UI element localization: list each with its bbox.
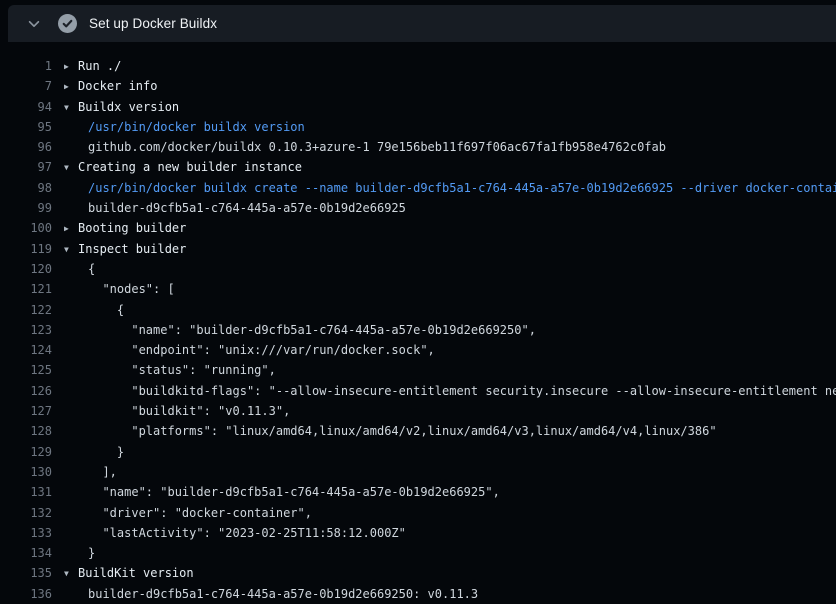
output-text: ], <box>52 462 836 482</box>
output-text: } <box>52 442 836 462</box>
log-line: 132 "driver": "docker-container", <box>0 503 836 523</box>
line-number[interactable]: 100 <box>0 218 52 238</box>
group-title[interactable]: Run ./ <box>78 59 121 73</box>
line-number[interactable]: 128 <box>0 421 52 441</box>
line-number[interactable]: 136 <box>0 584 52 604</box>
log-line: 125 "status": "running", <box>0 360 836 380</box>
line-number[interactable]: 95 <box>0 117 52 137</box>
check-circle-icon <box>57 14 77 34</box>
group-title[interactable]: BuildKit version <box>78 566 194 580</box>
log-line: 129 } <box>0 442 836 462</box>
line-number[interactable]: 96 <box>0 137 52 157</box>
line-number[interactable]: 98 <box>0 178 52 198</box>
output-text: github.com/docker/buildx 0.10.3+azure-1 … <box>52 137 836 157</box>
collapse-group-icon[interactable]: ▼ <box>64 564 78 583</box>
line-number[interactable]: 122 <box>0 300 52 320</box>
line-number[interactable]: 131 <box>0 482 52 502</box>
line-number[interactable]: 97 <box>0 157 52 177</box>
line-number[interactable]: 121 <box>0 279 52 299</box>
log-line: 96github.com/docker/buildx 0.10.3+azure-… <box>0 137 836 157</box>
output-text: "status": "running", <box>52 360 836 380</box>
output-text: "driver": "docker-container", <box>52 503 836 523</box>
expand-group-icon[interactable]: ▶ <box>64 57 78 76</box>
line-number[interactable]: 126 <box>0 381 52 401</box>
output-text: builder-d9cfb5a1-c764-445a-a57e-0b19d2e6… <box>52 198 836 218</box>
log-line: 127 "buildkit": "v0.11.3", <box>0 401 836 421</box>
log-viewer-page: Set up Docker Buildx 1▶Run ./7▶Docker in… <box>0 5 836 604</box>
line-number[interactable]: 7 <box>0 76 52 96</box>
line-number[interactable]: 120 <box>0 259 52 279</box>
output-text: "platforms": "linux/amd64,linux/amd64/v2… <box>52 421 836 441</box>
log-lines: 1▶Run ./7▶Docker info94▼Buildx version95… <box>0 42 836 604</box>
line-number[interactable]: 123 <box>0 320 52 340</box>
step-title: Set up Docker Buildx <box>89 16 217 31</box>
output-text: "name": "builder-d9cfb5a1-c764-445a-a57e… <box>52 320 836 340</box>
collapse-group-icon[interactable]: ▼ <box>64 98 78 117</box>
line-number[interactable]: 119 <box>0 239 52 259</box>
log-line[interactable]: 135 ▼BuildKit version <box>0 563 836 583</box>
log-line: 121 "nodes": [ <box>0 279 836 299</box>
line-number[interactable]: 1 <box>0 56 52 76</box>
line-number[interactable]: 132 <box>0 503 52 523</box>
output-text: } <box>52 543 836 563</box>
log-line: 124 "endpoint": "unix:///var/run/docker.… <box>0 340 836 360</box>
log-line[interactable]: 7 ▶Docker info <box>0 76 836 96</box>
group-title[interactable]: Booting builder <box>78 221 186 235</box>
output-text: "endpoint": "unix:///var/run/docker.sock… <box>52 340 836 360</box>
log-line[interactable]: 119 ▼Inspect builder <box>0 239 836 259</box>
log-line: 134} <box>0 543 836 563</box>
output-text: "lastActivity": "2023-02-25T11:58:12.000… <box>52 523 836 543</box>
collapse-group-icon[interactable]: ▼ <box>64 240 78 259</box>
log-line: 130 ], <box>0 462 836 482</box>
step-header[interactable]: Set up Docker Buildx <box>8 5 836 42</box>
line-number[interactable]: 124 <box>0 340 52 360</box>
group-title[interactable]: Docker info <box>78 79 157 93</box>
line-number[interactable]: 129 <box>0 442 52 462</box>
line-number[interactable]: 94 <box>0 97 52 117</box>
line-number[interactable]: 134 <box>0 543 52 563</box>
output-text: "name": "builder-d9cfb5a1-c764-445a-a57e… <box>52 482 836 502</box>
log-line: 98/usr/bin/docker buildx create --name b… <box>0 178 836 198</box>
command-text: /usr/bin/docker buildx create --name bui… <box>52 178 836 198</box>
group-title[interactable]: Inspect builder <box>78 242 186 256</box>
expand-group-icon[interactable]: ▶ <box>64 77 78 96</box>
log-line[interactable]: 100 ▶Booting builder <box>0 218 836 238</box>
command-text: /usr/bin/docker buildx version <box>52 117 836 137</box>
output-text: { <box>52 259 836 279</box>
line-number[interactable]: 130 <box>0 462 52 482</box>
log-line: 126 "buildkitd-flags": "--allow-insecure… <box>0 381 836 401</box>
log-line: 128 "platforms": "linux/amd64,linux/amd6… <box>0 421 836 441</box>
output-text: "buildkitd-flags": "--allow-insecure-ent… <box>52 381 836 401</box>
line-number[interactable]: 125 <box>0 360 52 380</box>
output-text: "buildkit": "v0.11.3", <box>52 401 836 421</box>
log-line[interactable]: 97 ▼Creating a new builder instance <box>0 157 836 177</box>
log-line[interactable]: 1 ▶Run ./ <box>0 56 836 76</box>
line-number[interactable]: 133 <box>0 523 52 543</box>
output-text: "nodes": [ <box>52 279 836 299</box>
log-line: 120{ <box>0 259 836 279</box>
log-line: 123 "name": "builder-d9cfb5a1-c764-445a-… <box>0 320 836 340</box>
log-line: 131 "name": "builder-d9cfb5a1-c764-445a-… <box>0 482 836 502</box>
line-number[interactable]: 135 <box>0 563 52 583</box>
expand-group-icon[interactable]: ▶ <box>64 219 78 238</box>
log-line: 136builder-d9cfb5a1-c764-445a-a57e-0b19d… <box>0 584 836 604</box>
group-title[interactable]: Buildx version <box>78 100 179 114</box>
log-line: 95/usr/bin/docker buildx version <box>0 117 836 137</box>
log-line: 99builder-d9cfb5a1-c764-445a-a57e-0b19d2… <box>0 198 836 218</box>
chevron-down-icon[interactable] <box>23 13 45 35</box>
output-text: builder-d9cfb5a1-c764-445a-a57e-0b19d2e6… <box>52 584 836 604</box>
log-line: 133 "lastActivity": "2023-02-25T11:58:12… <box>0 523 836 543</box>
collapse-group-icon[interactable]: ▼ <box>64 158 78 177</box>
group-title[interactable]: Creating a new builder instance <box>78 160 302 174</box>
output-text: { <box>52 300 836 320</box>
line-number[interactable]: 127 <box>0 401 52 421</box>
line-number[interactable]: 99 <box>0 198 52 218</box>
log-line[interactable]: 94 ▼Buildx version <box>0 97 836 117</box>
log-line: 122 { <box>0 300 836 320</box>
